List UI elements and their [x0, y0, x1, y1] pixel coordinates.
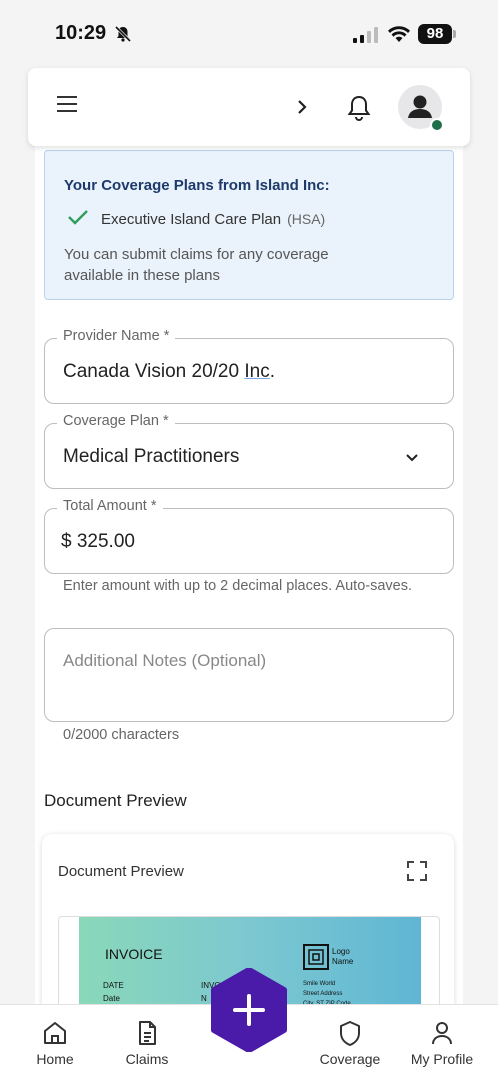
- signal-icon: [353, 27, 379, 43]
- coverage-title: Your Coverage Plans from Island Inc:: [64, 177, 330, 194]
- top-header: [28, 68, 470, 146]
- coverage-plan-label: Coverage Plan *: [57, 413, 175, 429]
- nav-profile-label: My Profile: [410, 1051, 474, 1067]
- total-amount-field[interactable]: Total Amount * $ 325.00: [44, 498, 454, 574]
- chevron-down-icon[interactable]: [405, 450, 419, 468]
- plan-name: Executive Island Care Plan (HSA): [101, 211, 325, 228]
- logo-line-1: Logo: [332, 947, 350, 956]
- plan-tag: (HSA): [287, 211, 326, 227]
- invoice-date: DATE Date: [103, 979, 124, 1005]
- additional-notes-placeholder: Additional Notes (Optional): [63, 651, 267, 670]
- online-status-dot: [430, 118, 444, 132]
- provider-name-end: .: [269, 361, 275, 382]
- nav-profile[interactable]: My Profile: [402, 1019, 482, 1067]
- chevron-right-icon[interactable]: [296, 96, 308, 122]
- provider-name-underlined: Inc: [244, 361, 270, 382]
- nav-home-label: Home: [36, 1051, 74, 1067]
- nav-claims-label: Claims: [125, 1051, 169, 1067]
- invoice-date-label: DATE: [103, 981, 124, 990]
- nav-home[interactable]: Home: [15, 1019, 95, 1067]
- invoice-logo-icon: [303, 944, 329, 970]
- addr-line-1: Smile World: [303, 981, 336, 987]
- bell-off-icon: [114, 25, 132, 48]
- wifi-icon: [387, 24, 411, 49]
- claim-form: Your Coverage Plans from Island Inc: Exe…: [35, 146, 463, 1018]
- additional-notes-field[interactable]: Additional Notes (Optional): [44, 628, 454, 722]
- coverage-info-box: Your Coverage Plans from Island Inc: Exe…: [44, 150, 454, 300]
- coverage-description: You can submit claims for any coverage a…: [64, 246, 329, 284]
- addr-line-2: Street Address: [303, 991, 343, 997]
- shield-icon: [340, 1021, 360, 1046]
- currency-symbol: $: [61, 531, 72, 552]
- plan-name-text: Executive Island Care Plan: [101, 211, 282, 228]
- total-amount-helper: Enter amount with up to 2 decimal places…: [63, 578, 412, 594]
- coverage-plan-select[interactable]: Coverage Plan * Medical Practitioners: [44, 413, 454, 489]
- provider-name-label: Provider Name *: [57, 328, 176, 344]
- total-amount-value[interactable]: $ 325.00: [61, 531, 135, 553]
- provider-name-value[interactable]: Canada Vision 20/20 Inc.: [63, 361, 275, 383]
- provider-name-field[interactable]: Provider Name * Canada Vision 20/20 Inc.: [44, 328, 454, 404]
- document-preview-heading: Document Preview: [44, 791, 187, 810]
- person-icon: [432, 1022, 452, 1045]
- battery-level: 98: [418, 24, 452, 44]
- nav-claims[interactable]: Claims: [107, 1019, 187, 1067]
- total-amount-label: Total Amount *: [57, 498, 163, 514]
- document-preview-card-title: Document Preview: [58, 863, 184, 880]
- nav-coverage[interactable]: Coverage: [310, 1019, 390, 1067]
- invoice-logo-name: Logo Name: [332, 947, 353, 967]
- battery-tip: [453, 30, 456, 38]
- menu-icon[interactable]: [57, 96, 77, 112]
- add-claim-button[interactable]: [207, 968, 291, 1052]
- provider-name-text: Canada Vision 20/20: [63, 361, 245, 382]
- notes-character-counter: 0/2000 characters: [63, 727, 180, 743]
- amount-text: 325.00: [76, 531, 135, 552]
- notification-bell-icon[interactable]: [346, 94, 372, 127]
- home-icon: [44, 1022, 66, 1044]
- nav-coverage-label: Coverage: [319, 1051, 381, 1067]
- document-icon: [139, 1021, 156, 1045]
- check-icon: [67, 208, 89, 231]
- invoice-title: INVOICE: [105, 946, 163, 962]
- status-time: 10:29: [55, 22, 107, 44]
- plus-icon: [207, 968, 291, 1052]
- fullscreen-icon[interactable]: [406, 860, 428, 887]
- logo-line-2: Name: [332, 957, 354, 966]
- coverage-plan-value: Medical Practitioners: [63, 446, 240, 467]
- status-bar: 10:29 98: [0, 0, 498, 66]
